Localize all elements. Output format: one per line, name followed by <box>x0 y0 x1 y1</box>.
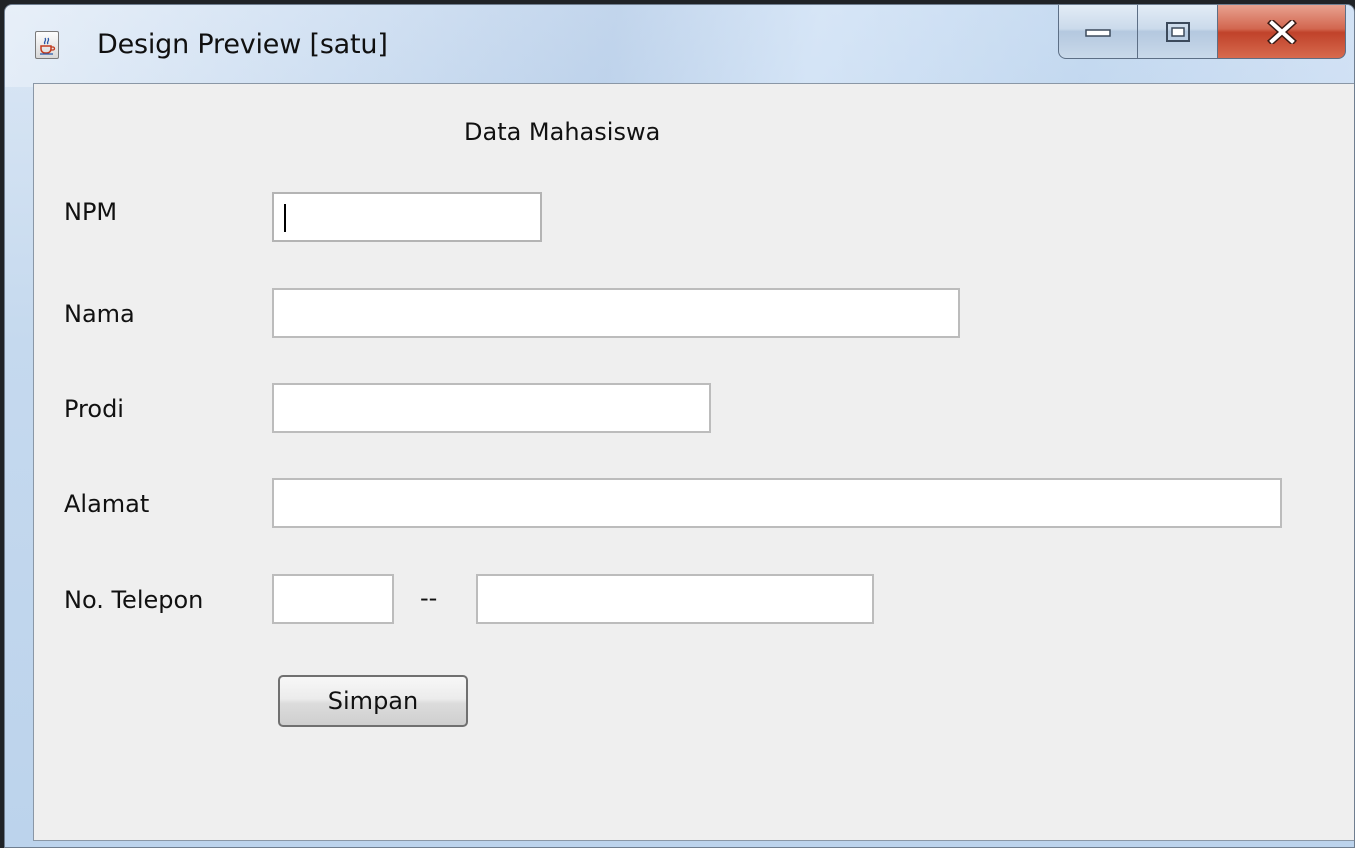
caption-buttons <box>1058 5 1346 59</box>
npm-input[interactable] <box>272 192 542 242</box>
window-title: Design Preview [satu] <box>97 29 388 60</box>
minimize-icon <box>1085 28 1111 37</box>
telepon-number-input[interactable] <box>476 574 874 624</box>
telepon-label: No. Telepon <box>64 586 204 614</box>
app-window: Design Preview [satu] Data Mahasiswa NPM… <box>4 4 1355 848</box>
alamat-label: Alamat <box>64 490 150 518</box>
title-bar[interactable]: Design Preview [satu] <box>5 5 1354 87</box>
telepon-separator: -- <box>420 584 438 612</box>
alamat-input[interactable] <box>272 478 1282 528</box>
simpan-button[interactable]: Simpan <box>278 675 468 727</box>
form-title: Data Mahasiswa <box>464 118 661 146</box>
text-caret <box>284 204 286 232</box>
prodi-label: Prodi <box>64 395 124 423</box>
telepon-area-code-input[interactable] <box>272 574 394 624</box>
close-icon <box>1266 19 1297 44</box>
nama-label: Nama <box>64 300 135 328</box>
java-cup-icon[interactable] <box>35 31 59 59</box>
nama-input[interactable] <box>272 288 960 338</box>
maximize-button[interactable] <box>1138 5 1218 59</box>
form-panel: Data Mahasiswa NPM Nama Prodi Alamat No.… <box>33 83 1354 841</box>
close-button[interactable] <box>1218 5 1346 59</box>
prodi-input[interactable] <box>272 383 711 433</box>
minimize-button[interactable] <box>1058 5 1138 59</box>
maximize-icon <box>1165 21 1190 42</box>
npm-label: NPM <box>64 198 118 226</box>
